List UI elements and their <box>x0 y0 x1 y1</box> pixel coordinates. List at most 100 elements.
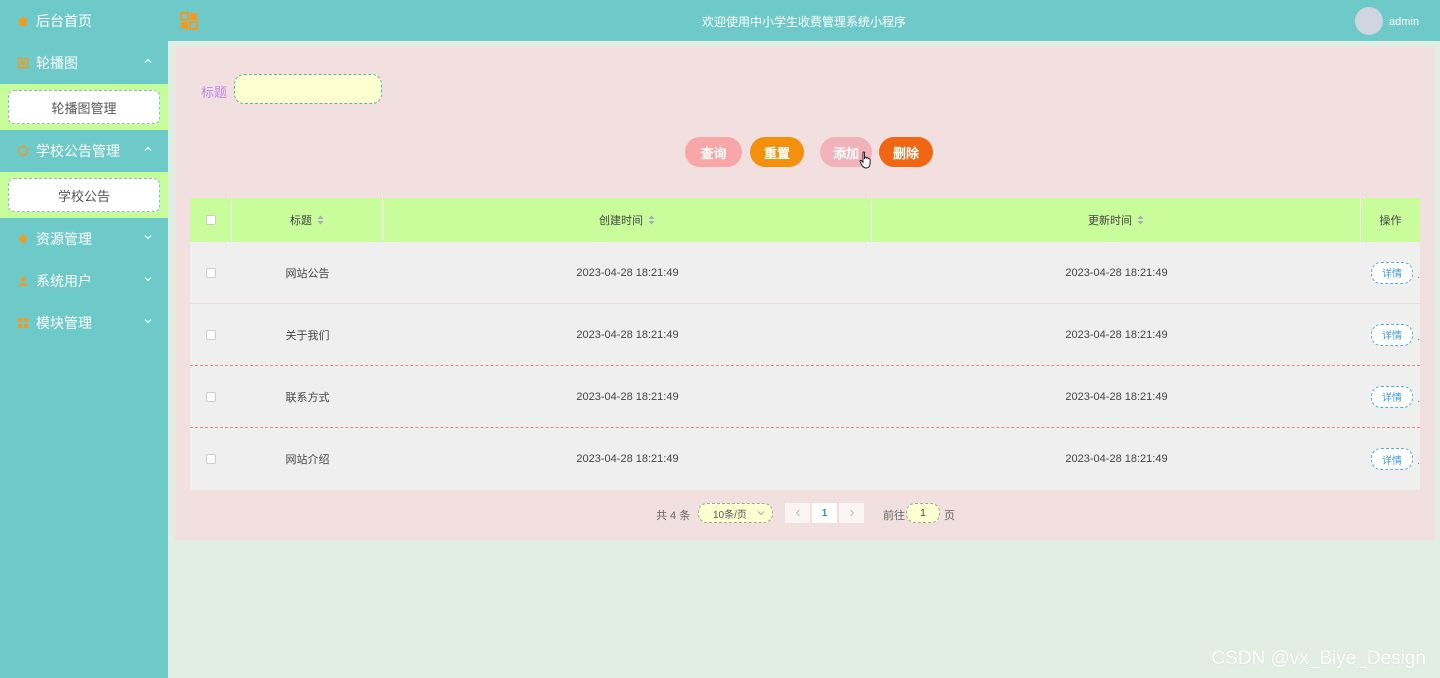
query-button[interactable]: 查询 <box>685 137 742 167</box>
sidebar-item-school-notice[interactable]: 学校公告管理 <box>0 130 168 172</box>
sidebar-item-label: 学校公告管理 <box>36 143 120 159</box>
data-table: 标题 创建时间 更新时间 操作 网站公告 2023-04-28 18:21:49… <box>190 198 1420 490</box>
sidebar-item-home[interactable]: 后台首页 <box>0 0 168 42</box>
cell-title: 关于我们 <box>285 329 330 342</box>
pagination-total: 共 4 条 <box>656 510 691 522</box>
watermark: CSDN @vx_Biye_Design <box>1211 648 1426 669</box>
sidebar-item-modules[interactable]: 模块管理 <box>0 302 168 344</box>
pagination: 共 4 条 10条/页 1 前往 1 页 <box>175 503 1435 523</box>
goto-label: 前往 <box>883 510 905 522</box>
chevron-down-icon <box>757 511 765 516</box>
cell-updated: 2023-04-28 18:21:49 <box>1065 453 1168 465</box>
cell-created: 2023-04-28 18:21:49 <box>576 390 679 403</box>
cell-created: 2023-04-28 18:21:49 <box>576 266 679 279</box>
more-indicator: . <box>1417 456 1420 467</box>
column-header-title[interactable]: 标题 <box>232 198 383 242</box>
chevron-left-icon <box>795 509 800 517</box>
cell-updated: 2023-04-28 18:21:49 <box>1065 266 1168 279</box>
sidebar-item-label: 轮播图 <box>36 55 78 71</box>
chevron-up-icon[interactable] <box>144 145 152 153</box>
hand-cursor-icon <box>859 151 871 169</box>
detail-button[interactable]: 详情 <box>1371 448 1413 470</box>
search-input[interactable] <box>234 74 382 104</box>
picture-icon <box>16 56 30 70</box>
sidebar-item-carousel[interactable]: 轮播图 <box>0 42 168 84</box>
sidebar-item-system-users[interactable]: 系统用户 <box>0 260 168 302</box>
select-all-checkbox[interactable] <box>205 215 216 225</box>
column-header-label: 创建时间 <box>599 215 643 227</box>
cell-actions: 详情. <box>1361 242 1420 303</box>
notice-icon <box>16 144 30 158</box>
column-header-created[interactable]: 创建时间 <box>383 198 872 242</box>
row-checkbox[interactable] <box>206 267 216 278</box>
row-select-cell <box>190 428 232 490</box>
table-row: 关于我们 2023-04-28 18:21:49 2023-04-28 18:2… <box>190 304 1420 366</box>
column-header-actions: 操作 <box>1379 215 1402 227</box>
sidebar-item-label: 资源管理 <box>36 231 92 247</box>
search-label: 标题 <box>201 85 228 100</box>
cell-actions: 详情. <box>1361 304 1420 365</box>
sidebar-subitem-school-notice[interactable]: 学校公告 <box>8 178 160 212</box>
page-number-current[interactable]: 1 <box>812 503 837 523</box>
sort-icon[interactable] <box>1137 215 1144 225</box>
sort-icon[interactable] <box>648 215 655 225</box>
cell-actions: 详情. <box>1361 366 1420 427</box>
cell-updated: 2023-04-28 18:21:49 <box>1065 328 1168 341</box>
home-icon <box>16 14 30 28</box>
row-checkbox[interactable] <box>206 391 216 402</box>
select-all-cell <box>190 198 232 242</box>
avatar[interactable] <box>1355 7 1383 35</box>
cell-title: 网站公告 <box>285 267 330 280</box>
chevron-down-icon[interactable] <box>144 233 152 241</box>
chevron-down-icon[interactable] <box>144 275 152 283</box>
row-checkbox[interactable] <box>206 454 216 464</box>
cell-title: 联系方式 <box>285 391 330 404</box>
sidebar-item-label: 后台首页 <box>36 13 92 29</box>
next-page-button[interactable] <box>839 503 864 523</box>
goto-page-input[interactable]: 1 <box>906 503 940 523</box>
chevron-down-icon[interactable] <box>144 317 152 325</box>
table-row: 网站介绍 2023-04-28 18:21:49 2023-04-28 18:2… <box>190 428 1420 490</box>
grid-icon <box>16 316 30 330</box>
user-icon <box>16 274 30 288</box>
page-size-select[interactable]: 10条/页 <box>698 503 773 523</box>
cell-actions: 详情. <box>1361 428 1420 490</box>
sidebar: 后台首页 轮播图 轮播图管理 学校公告管理 学校公告 资源管理 系统用户 模块管… <box>0 0 168 678</box>
sort-icon[interactable] <box>317 215 324 225</box>
reset-button[interactable]: 重置 <box>750 137 804 167</box>
page-title: 欢迎使用中小学生收费管理系统小程序 <box>701 15 906 29</box>
delete-button[interactable]: 删除 <box>879 137 933 167</box>
chevron-right-icon <box>849 509 854 517</box>
detail-button[interactable]: 详情 <box>1371 323 1413 346</box>
page-size-value: 10条/页 <box>713 509 747 521</box>
column-header-updated[interactable]: 更新时间 <box>872 198 1361 242</box>
resource-icon <box>16 232 30 246</box>
top-header: 欢迎使用中小学生收费管理系统小程序 admin <box>168 0 1440 41</box>
table-header: 标题 创建时间 更新时间 操作 <box>190 198 1420 242</box>
row-select-cell <box>190 242 232 303</box>
row-checkbox[interactable] <box>206 329 216 340</box>
more-indicator: . <box>1417 332 1420 343</box>
cell-updated: 2023-04-28 18:21:49 <box>1065 390 1168 403</box>
table-row: 网站公告 2023-04-28 18:21:49 2023-04-28 18:2… <box>190 242 1420 304</box>
column-header-label: 更新时间 <box>1088 215 1132 227</box>
cell-title: 网站介绍 <box>285 454 330 466</box>
sidebar-item-label: 系统用户 <box>36 273 92 289</box>
goto-page-suffix: 页 <box>944 510 955 522</box>
cell-created: 2023-04-28 18:21:49 <box>576 453 679 465</box>
submenu-carousel: 轮播图管理 <box>0 84 168 130</box>
prev-page-button[interactable] <box>785 503 810 523</box>
column-header-label: 标题 <box>290 215 312 227</box>
main-panel: 标题 查询 重置 添加 删除 标题 创建时间 更新时间 操作 网站公告 2023… <box>175 47 1435 540</box>
detail-button[interactable]: 详情 <box>1371 261 1413 284</box>
sidebar-item-resources[interactable]: 资源管理 <box>0 218 168 260</box>
chevron-up-icon[interactable] <box>144 57 152 65</box>
more-indicator: . <box>1417 270 1420 281</box>
sidebar-subitem-carousel-manage[interactable]: 轮播图管理 <box>8 90 160 124</box>
more-indicator: . <box>1417 394 1420 405</box>
row-select-cell <box>190 366 232 427</box>
username[interactable]: admin <box>1389 16 1419 28</box>
cell-created: 2023-04-28 18:21:49 <box>576 328 679 341</box>
detail-button[interactable]: 详情 <box>1371 385 1413 408</box>
table-row: 联系方式 2023-04-28 18:21:49 2023-04-28 18:2… <box>190 366 1420 428</box>
